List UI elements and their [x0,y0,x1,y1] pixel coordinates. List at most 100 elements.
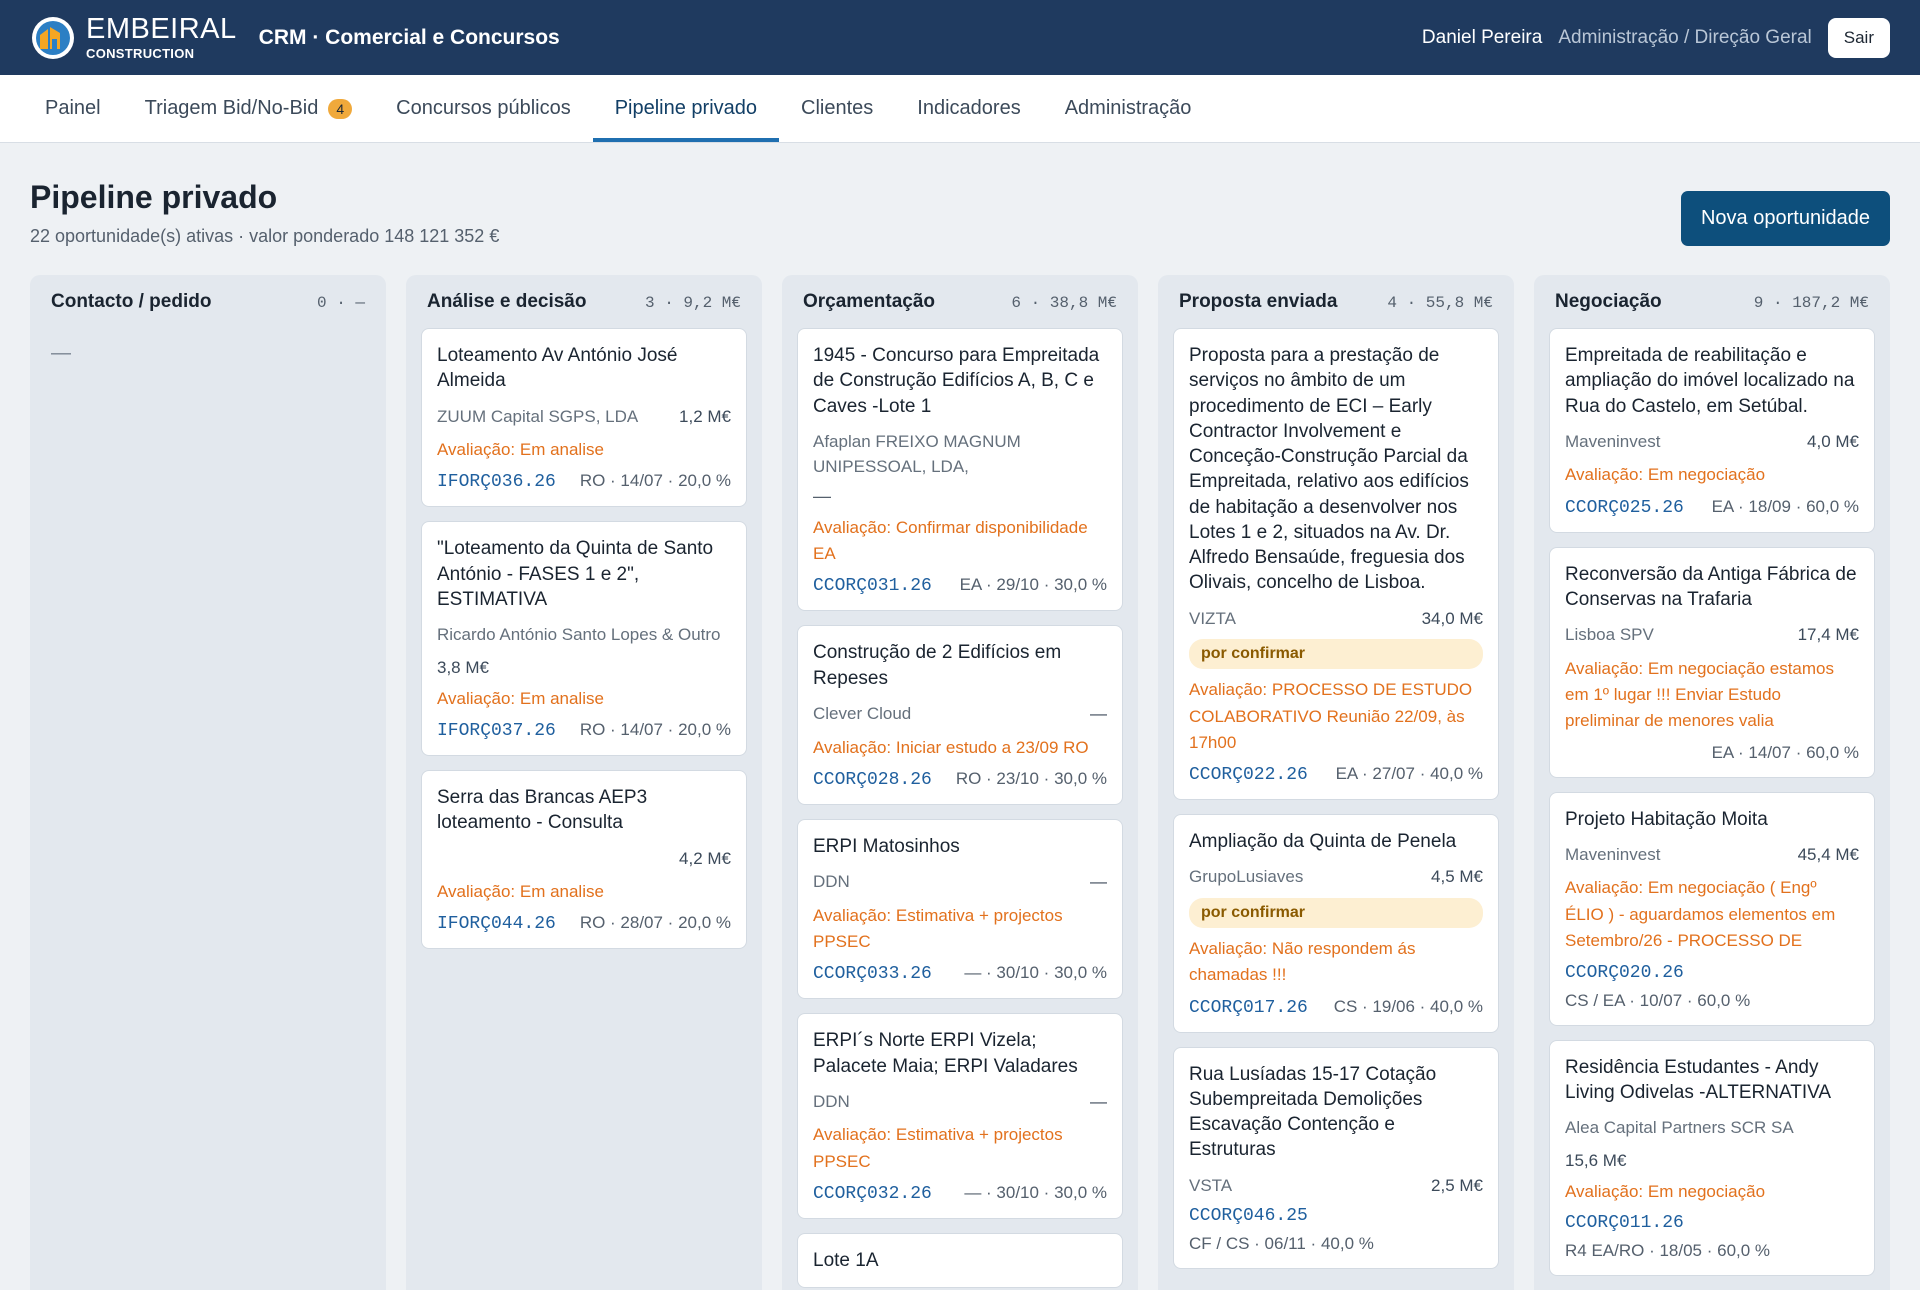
tab-label: Clientes [801,97,874,119]
card-footer: CCORÇ017.26 CS · 19/06 · 40,0 % [1189,997,1483,1018]
card-evaluation: Avaliação: Confirmar disponibilidade EA [813,517,1088,564]
card-footer: CCORÇ020.26 [1565,963,1859,983]
top-bar: EMBEIRAL CONSTRUCTION CRM · Comercial e … [0,0,1920,75]
opportunity-card[interactable]: Residência Estudantes - Andy Living Odiv… [1549,1039,1875,1276]
tab-0[interactable]: Painel [23,75,123,142]
card-footer: CCORÇ032.26 — · 30/10 · 30,0 % [813,1183,1107,1204]
tab-label: Pipeline privado [614,97,758,119]
card-evaluation: Avaliação: Em negociação [1565,465,1766,485]
pipeline-column: Proposta enviada 4 · 55,8 M€ Proposta para… [1158,275,1514,1290]
column-stats: 4 · 55,8 M€ [1387,294,1493,312]
card-value: 45,4 M€ [1797,844,1859,864]
opportunity-card[interactable]: Projeto Habitação Moita Maveninvest 45,4 M… [1549,791,1875,1026]
tab-6[interactable]: Administração [1043,75,1214,142]
card-client-row: 4,2 M€ [437,846,731,872]
card-value: — [1090,704,1107,724]
card-client-row: Afaplan FREIXO MAGNUM UNIPESSOAL, LDA, [813,429,1107,480]
opportunity-card[interactable]: "Loteamento da Quinta de Santo António -… [421,521,747,757]
card-client-row: VIZTA 34,0 M€ [1189,606,1483,632]
pipeline-board: Contacto / pedido 0 · — — Análise e decisão… [0,275,1920,1290]
card-client: DDN [813,1091,850,1111]
page-subtitle: 22 oportunidade(s) ativas · valor ponder… [30,226,500,246]
opportunity-card[interactable]: Construção de 2 Edifícios em Repeses Clev… [797,625,1123,805]
tab-1[interactable]: Triagem Bid/No-Bid 4 [123,75,375,142]
opportunity-card[interactable]: Ampliação da Quinta de Penela GrupoLusiav… [1173,814,1499,1033]
card-code: CCORÇ028.26 [813,769,932,790]
card-value: 15,6 M€ [1565,1150,1627,1170]
main-tabs: Painel Triagem Bid/No-Bid 4 Concursos públi… [0,75,1920,143]
logout-button[interactable]: Sair [1827,17,1890,58]
card-evaluation: Avaliação: Iniciar estudo a 23/09 RO [813,737,1089,757]
card-evaluation: Avaliação: Em analise [437,440,604,460]
opportunity-card[interactable]: Rua Lusíadas 15-17 Cotação Subempreitada… [1173,1046,1499,1270]
card-client-row: Maveninvest 45,4 M€ [1565,842,1859,868]
new-opportunity-button[interactable]: Nova oportunidade [1680,191,1890,246]
card-value: 34,0 M€ [1421,608,1483,628]
tab-2[interactable]: Concursos públicos [374,75,593,142]
column-title: Proposta enviada [1179,291,1338,312]
card-code: CCORÇ025.26 [1565,497,1684,518]
card-client: Ricardo António Santo Lopes & Outro [437,625,721,645]
card-code: CCORÇ017.26 [1189,997,1308,1018]
logo-subtitle: CONSTRUCTION [86,46,195,61]
card-meta: RO · 14/07 · 20,0 % [579,471,731,491]
card-client-row: Ricardo António Santo Lopes & Outro [437,622,731,648]
column-title: Contacto / pedido [51,291,212,312]
card-footer: CCORÇ033.26 — · 30/10 · 30,0 % [813,963,1107,984]
card-value: — [813,485,831,506]
card-title: Residência Estudantes - Andy Living Odiv… [1565,1056,1832,1103]
card-title: ERPI Matosinhos [813,835,960,857]
card-evaluation: Avaliação: Não respondem ás chamadas !!! [1189,938,1416,985]
opportunity-card[interactable]: Reconversão da Antiga Fábrica de Conserv… [1549,546,1875,778]
tab-4[interactable]: Clientes [779,75,895,142]
card-client: Alea Capital Partners SCR SA [1565,1118,1794,1138]
card-meta: EA · 14/07 · 60,0 % [1711,742,1859,762]
card-client: VIZTA [1189,608,1236,628]
user-area: Daniel Pereira Administração / Direção G… [1421,17,1890,58]
card-evaluation: Avaliação: Em analise [437,688,604,708]
card-meta: CS / EA · 10/07 · 60,0 % [1565,990,1751,1010]
card-client-row: Maveninvest 4,0 M€ [1565,429,1859,455]
opportunity-card[interactable]: Empreitada de reabilitação e ampliação d… [1549,328,1875,533]
card-client-row: GrupoLusiaves 4,5 M€ [1189,864,1483,890]
logo-name: EMBEIRAL [86,13,237,45]
status-badge: por confirmar [1189,639,1483,670]
opportunity-card[interactable]: Proposta para a prestação de serviços no… [1173,328,1499,801]
card-title: 1945 - Concurso para Empreitada de Const… [813,345,1100,417]
user-name: Daniel Pereira [1421,26,1543,48]
status-badge: por confirmar [1189,897,1483,928]
opportunity-card[interactable]: Serra das Brancas AEP3 loteamento - Cons… [421,770,747,950]
card-value: 17,4 M€ [1797,625,1859,645]
card-title: Loteamento Av António José Almeida [437,345,678,392]
card-evaluation: Avaliação: Em analise [437,882,604,902]
tab-3[interactable]: Pipeline privado [592,75,780,142]
column-empty: — [51,342,71,364]
column-stats: 6 · 38,8 M€ [1011,294,1117,312]
card-footer: R4 EA/RO · 18/05 · 60,0 % [1565,1241,1859,1261]
card-client-row: ZUUM Capital SGPS, LDA 1,2 M€ [437,404,731,430]
card-title: Proposta para a prestação de serviços no… [1189,345,1469,594]
page-title: Pipeline privado [30,179,278,215]
company-logo[interactable]: EMBEIRAL CONSTRUCTION [30,15,237,61]
opportunity-card[interactable]: Lote 1A [797,1233,1123,1289]
card-client: Afaplan FREIXO MAGNUM UNIPESSOAL, LDA, [813,431,1021,477]
card-code: CCORÇ032.26 [813,1184,932,1205]
card-code: CCORÇ022.26 [1189,765,1308,786]
card-client-row: Lisboa SPV 17,4 M€ [1565,622,1859,648]
column-header: Análise e decisão 3 · 9,2 M€ [421,289,747,328]
column-header: Contacto / pedido 0 · — [45,289,371,328]
pipeline-column: Negociação 9 · 187,2 M€ Empreitada de reab… [1534,275,1890,1290]
card-meta: RO · 14/07 · 20,0 % [579,720,731,740]
opportunity-card[interactable]: ERPI Matosinhos DDN — Avaliação: Estimativa… [797,818,1123,1000]
card-value: — [1090,1091,1107,1111]
card-client-row: Alea Capital Partners SCR SA [1565,1115,1859,1141]
card-meta: RO · 23/10 · 30,0 % [955,768,1107,788]
column-title: Análise e decisão [427,291,587,312]
opportunity-card[interactable]: 1945 - Concurso para Empreitada de Const… [797,328,1123,612]
opportunity-card[interactable]: ERPI´s Norte ERPI Vizela; Palacete Maia;… [797,1013,1123,1220]
card-value: 1,2 M€ [679,406,731,426]
tab-5[interactable]: Indicadores [895,75,1042,142]
card-title: Empreitada de reabilitação e ampliação d… [1565,345,1855,417]
opportunity-card[interactable]: Loteamento Av António José Almeida ZUUM C… [421,328,747,508]
pipeline-column: Orçamentação 6 · 38,8 M€ 1945 - Concurso p… [782,275,1138,1290]
